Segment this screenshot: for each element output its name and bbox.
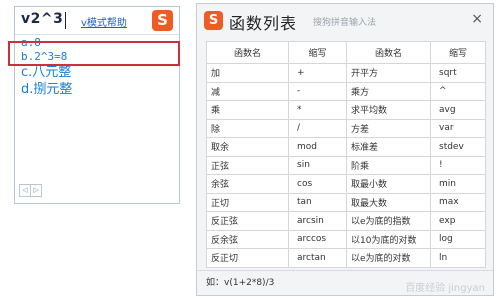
abbreviation-cell: max (430, 192, 486, 212)
abbreviation-cell: arctan (288, 248, 347, 268)
sogou-logo-icon: S (204, 11, 223, 30)
function-table: 函数名 缩写 函数名 缩写 加 + 开平方 sqrt 减 - 乘方 ^ 乘 * 求平均数 avg 除 / 方… (206, 41, 486, 268)
function-name-cell: 反正切 (206, 248, 289, 268)
function-name-cell: 开平方 (346, 63, 431, 83)
candidate-popup: v2^3 v模式帮助 S a.8 b.2^3=8 c.八元整 d.捌元整 ◁ ▷ (14, 6, 180, 204)
candidate-list: a.8 b.2^3=8 c.八元整 d.捌元整 (21, 36, 72, 98)
function-name-cell: 除 (206, 118, 289, 138)
table-row: 乘 * 求平均数 avg (206, 100, 486, 120)
candidate-item-b[interactable]: b.2^3=8 (21, 50, 72, 64)
function-name-cell: 取余 (206, 137, 289, 157)
corner-watermark: 百度经验 jingyan (405, 283, 485, 294)
table-row: 除 / 方差 var (206, 118, 486, 138)
table-header-row: 函数名 缩写 函数名 缩写 (206, 41, 486, 64)
function-name-cell: 加 (206, 63, 289, 83)
next-page-icon[interactable]: ▷ (30, 185, 41, 196)
function-name-cell: 以e为底的指数 (346, 211, 431, 231)
column-header: 函数名 (346, 41, 431, 64)
abbreviation-cell: mod (288, 137, 347, 157)
abbreviation-cell: tan (288, 192, 347, 212)
abbreviation-cell: - (288, 81, 347, 101)
input-composition-text: v2^3 (21, 11, 64, 27)
ime-name-label: 搜狗拼音输入法 (313, 18, 377, 28)
function-name-cell: 求平均数 (346, 100, 431, 120)
abbreviation-cell: arcsin (288, 211, 347, 231)
table-row: 正切 tan 取最大数 max (206, 192, 486, 212)
close-icon[interactable]: × (471, 11, 483, 27)
function-name-cell: 乘 (206, 100, 289, 120)
window-title: 函数列表 (229, 14, 298, 33)
abbreviation-cell: + (288, 63, 347, 83)
table-row: 反正弦 arcsin 以e为底的指数 exp (206, 211, 486, 231)
candidate-item-a[interactable]: a.8 (21, 36, 72, 50)
page-nav: ◁ ▷ (19, 184, 42, 197)
text-cursor (65, 12, 66, 29)
table-row: 反正切 arctan 以e为底的对数 ln (206, 248, 486, 268)
abbreviation-cell: avg (430, 100, 486, 120)
table-row: 正弦 sin 阶乘! (206, 155, 486, 175)
abbreviation-cell: ! (430, 155, 486, 175)
function-name-cell: 以10为底的对数 (346, 229, 431, 249)
function-name-cell: 标准差 (346, 137, 431, 157)
abbreviation-cell: sin (288, 155, 347, 175)
column-header: 缩写 (288, 41, 347, 64)
function-name-cell: 取最大数 (346, 192, 431, 212)
function-name-cell: 乘方 (346, 81, 431, 101)
divider (197, 270, 493, 271)
abbreviation-cell: stdev (430, 137, 486, 157)
abbreviation-cell: min (430, 174, 486, 194)
abbreviation-cell: ln (430, 248, 486, 268)
function-name-cell: 取最小数 (346, 174, 431, 194)
abbreviation-cell: var (430, 118, 486, 138)
function-name-cell: 以e为底的对数 (346, 248, 431, 268)
function-list-window: S 函数列表 搜狗拼音输入法 × 函数名 缩写 函数名 缩写 加 + 开平方 sqrt… (196, 3, 494, 296)
function-name-cell: 正弦 (206, 155, 289, 175)
table-row: 加 + 开平方 sqrt (206, 63, 486, 83)
prev-page-icon[interactable]: ◁ (20, 185, 30, 196)
divider (15, 34, 179, 35)
candidate-item-c[interactable]: c.八元整 (21, 64, 72, 81)
abbreviation-cell: cos (288, 174, 347, 194)
candidate-item-d[interactable]: d.捌元整 (21, 81, 72, 98)
table-row: 减 - 乘方 ^ (206, 81, 486, 101)
abbreviation-cell: exp (430, 211, 486, 231)
table-row: 余弦 cos 取最小数 min (206, 174, 486, 194)
function-name-cell: 正切 (206, 192, 289, 212)
function-name-cell: 方差 (346, 118, 431, 138)
table-row: 取余 mod 标准差 stdev (206, 137, 486, 157)
usage-example: 如：v(1+2*8)/3 (206, 278, 275, 288)
abbreviation-cell: / (288, 118, 347, 138)
abbreviation-cell: * (288, 100, 347, 120)
abbreviation-cell: arccos (288, 229, 347, 249)
abbreviation-cell: ^ (430, 81, 486, 101)
function-name-cell: 阶乘 (346, 155, 431, 175)
table-row: 反余弦 arccos 以10为底的对数 log (206, 229, 486, 249)
column-header: 函数名 (206, 41, 289, 64)
function-name-cell: 反余弦 (206, 229, 289, 249)
column-header: 缩写 (430, 41, 486, 64)
v-mode-help-link[interactable]: v模式帮助 (81, 14, 127, 29)
abbreviation-cell: log (430, 229, 486, 249)
abbreviation-cell: sqrt (430, 63, 486, 83)
function-name-cell: 反正弦 (206, 211, 289, 231)
function-name-cell: 余弦 (206, 174, 289, 194)
sogou-logo-icon: S (152, 10, 173, 31)
function-name-cell: 减 (206, 81, 289, 101)
window-title-bar: S 函数列表 搜狗拼音输入法 × (197, 4, 493, 38)
